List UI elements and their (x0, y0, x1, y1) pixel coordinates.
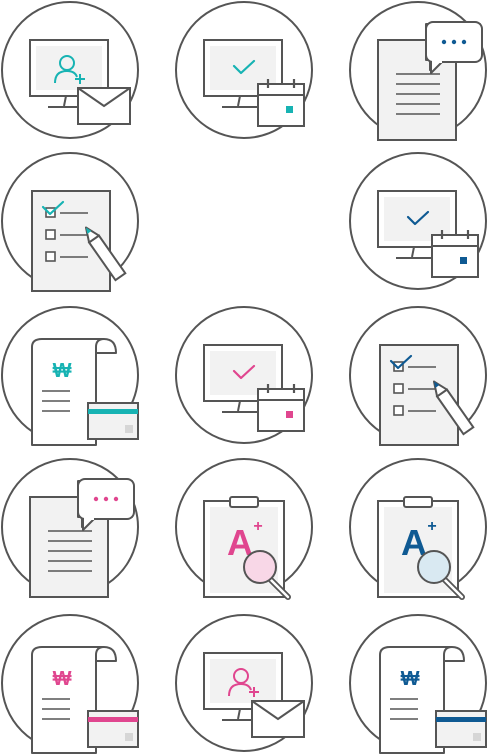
grade-a-plus-clipboard-icon: A + (175, 458, 313, 600)
won-receipt-card-icon: ₩ (1, 614, 139, 754)
won-receipt-card-icon: ₩ (349, 614, 487, 754)
monitor-check-calendar-icon (175, 306, 313, 444)
won-symbol: ₩ (401, 668, 420, 690)
monitor-check-calendar-icon (175, 1, 313, 139)
won-receipt-card-icon: ₩ (1, 306, 139, 446)
monitor-check-calendar-icon (349, 152, 487, 290)
checklist-pencil-icon (349, 306, 487, 446)
document-chat-icon (349, 1, 487, 141)
grade-plus: + (253, 518, 262, 535)
monitor-user-mail-icon (1, 1, 139, 139)
grade-a-plus-clipboard-icon: A + (349, 458, 487, 600)
grade-plus: + (427, 518, 436, 535)
monitor-user-mail-icon (175, 614, 313, 752)
won-symbol: ₩ (53, 668, 72, 690)
document-chat-icon (1, 458, 139, 598)
won-symbol: ₩ (53, 360, 72, 382)
checklist-pencil-icon (1, 152, 139, 292)
icon-grid: ₩ A + A + ₩ ₩ (1, 1, 487, 754)
